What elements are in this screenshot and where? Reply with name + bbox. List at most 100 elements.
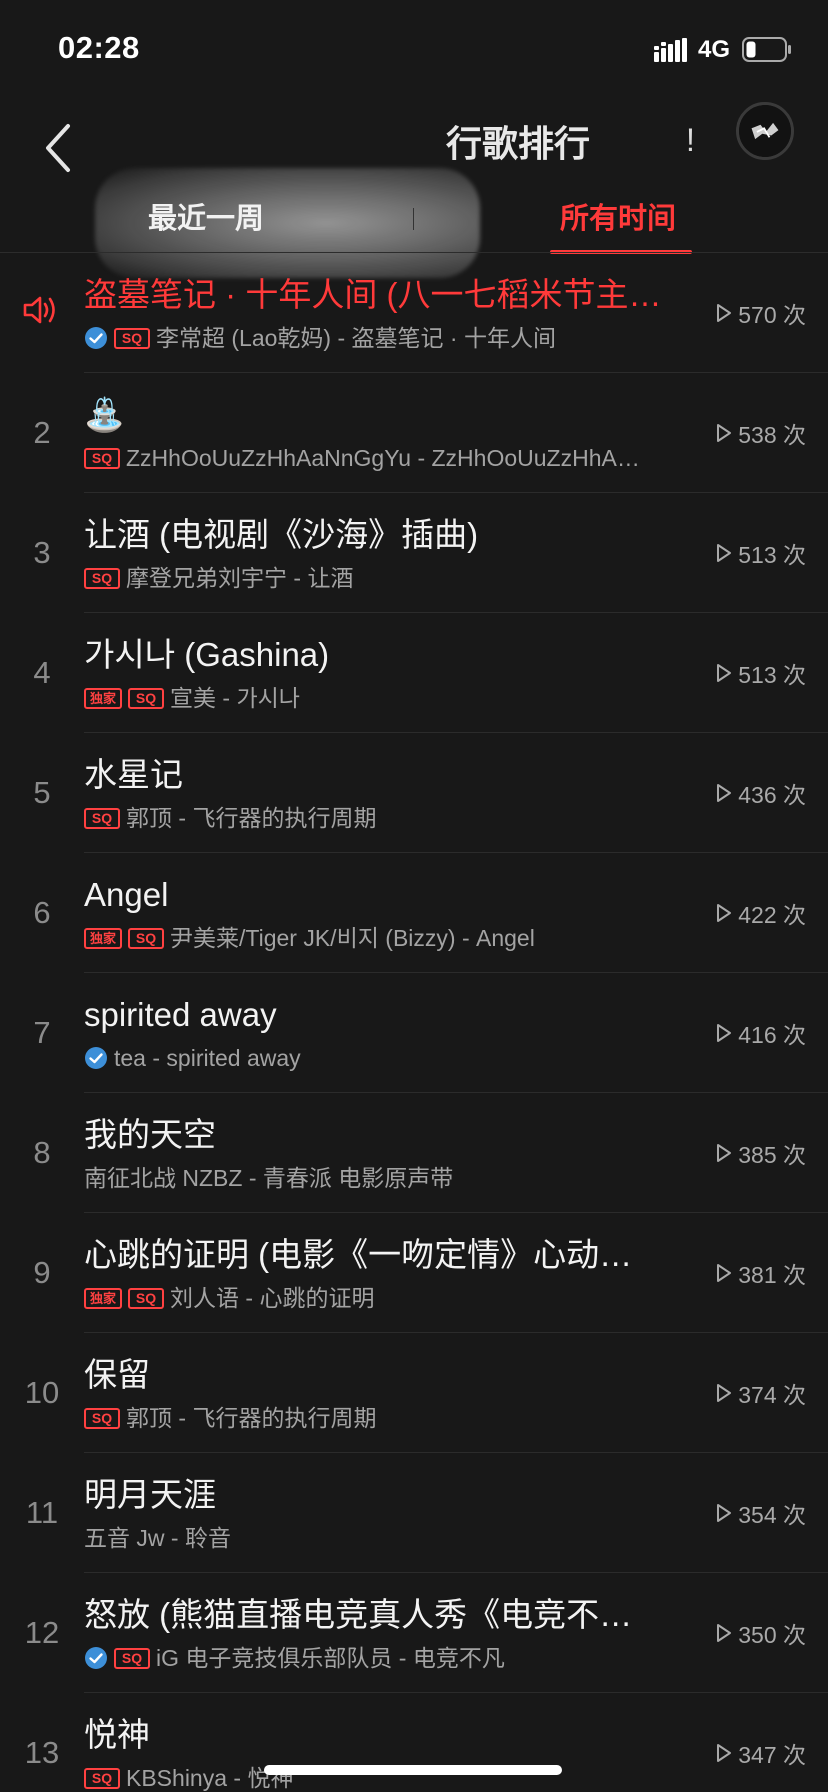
play-count: 436 次	[716, 733, 806, 853]
song-subtitle: 独家 SQ 尹美莱/Tiger JK/비지 (Bizzy) - Angel	[84, 922, 686, 954]
play-count: 416 次	[716, 973, 806, 1093]
sq-quality-badge: SQ	[84, 447, 120, 469]
play-count-text: 354 次	[738, 1502, 806, 1528]
play-icon	[717, 664, 732, 682]
artist-album: 五音 Jw - 聆音	[84, 1525, 231, 1551]
song-row[interactable]: 6 Angel 独家 SQ 尹美莱/Tiger JK/비지 (Bizzy) - Ange…	[0, 853, 828, 973]
artist-album: 刘人语 - 心跳的证明	[170, 1285, 375, 1311]
screen: 02:28 4G 行歌排行 ! 最近一周 所有时间 盗墓笔记 · 十年人间 (八…	[0, 0, 828, 1792]
verified-icon	[85, 1047, 107, 1069]
play-icon	[717, 1624, 732, 1642]
exclusive-badge: 独家	[84, 927, 123, 949]
song-subtitle: SQ 摩登兄弟刘宇宁 - 让酒	[84, 562, 686, 594]
song-title: 怒放 (熊猫直播电竞真人秀《电竞不…	[84, 1596, 633, 1633]
play-count-text: 381 次	[738, 1262, 806, 1288]
play-count: 513 次	[716, 493, 806, 613]
song-title: 心跳的证明 (电影《一吻定情》心动…	[84, 1236, 633, 1273]
play-icon	[717, 904, 732, 922]
artist-album: 摩登兄弟刘宇宁 - 让酒	[126, 565, 354, 591]
song-subtitle: 南征北战 NZBZ - 青春派 电影原声带	[84, 1162, 686, 1194]
tab-recent-week[interactable]: 最近一周	[148, 196, 264, 242]
play-icon	[717, 1504, 732, 1522]
play-count: 354 次	[716, 1453, 806, 1573]
artist-album: ZzHhOoUuZzHhAaNnGgYu - ZzHhOoUuZzHhA…	[126, 445, 640, 471]
song-row[interactable]: 2 ⛲ SQ ZzHhOoUuZzHhAaNnGgYu - ZzHhOoUuZzHhA…	[0, 373, 828, 493]
play-count-text: 347 次	[738, 1742, 806, 1768]
song-title: 保留	[84, 1356, 150, 1393]
tab-bar: 最近一周 所有时间	[0, 92, 828, 254]
play-icon	[717, 304, 732, 322]
song-title: 가시나 (Gashina)	[84, 636, 330, 673]
rank-number: 5	[33, 775, 51, 810]
song-list: 盗墓笔记 · 十年人间 (八一七稻米节主… SQ 李常超 (Lao乾妈) - 盗墓笔…	[0, 253, 828, 1792]
play-count-text: 570 次	[738, 302, 806, 328]
song-title: ⛲	[84, 396, 126, 433]
song-title: Angel	[84, 876, 169, 913]
song-row[interactable]: 11 明月天涯 五音 Jw - 聆音 354 次	[0, 1453, 828, 1573]
play-count: 538 次	[716, 373, 806, 493]
song-row[interactable]: 9 心跳的证明 (电影《一吻定情》心动… 独家 SQ 刘人语 - 心跳的证明 381 次	[0, 1213, 828, 1333]
status-bar: 02:28 4G	[0, 0, 828, 92]
song-subtitle: SQ ZzHhOoUuZzHhAaNnGgYu - ZzHhOoUuZzHhA…	[84, 442, 686, 474]
artist-album: 宣美 - 가시나	[170, 685, 300, 711]
artist-album: 郭顶 - 飞行器的执行周期	[126, 805, 377, 831]
play-icon	[717, 1744, 732, 1762]
play-icon	[717, 1384, 732, 1402]
play-count: 570 次	[716, 253, 806, 373]
play-icon	[717, 784, 732, 802]
play-count: 381 次	[716, 1213, 806, 1333]
song-title: 让酒 (电视剧《沙海》插曲)	[84, 516, 479, 553]
play-count-text: 385 次	[738, 1142, 806, 1168]
play-count: 513 次	[716, 613, 806, 733]
song-subtitle: SQ 郭顶 - 飞行器的执行周期	[84, 802, 686, 834]
exclusive-badge: 独家	[84, 687, 123, 709]
play-count-text: 513 次	[738, 662, 806, 688]
sq-quality-badge: SQ	[114, 1647, 150, 1669]
song-row[interactable]: 8 我的天空 南征北战 NZBZ - 青春派 电影原声带 385 次	[0, 1093, 828, 1213]
rank-number: 6	[33, 895, 51, 930]
rank-number: 3	[33, 535, 51, 570]
tab-all-time[interactable]: 所有时间	[560, 196, 676, 242]
play-count-text: 350 次	[738, 1622, 806, 1648]
sq-quality-badge: SQ	[84, 1407, 120, 1429]
verified-icon	[85, 1647, 107, 1669]
play-count-text: 422 次	[738, 902, 806, 928]
artist-album: 南征北战 NZBZ - 青春派 电影原声带	[84, 1165, 454, 1191]
home-indicator	[264, 1765, 562, 1775]
artist-album: 李常超 (Lao乾妈) - 盗墓笔记 · 十年人间	[156, 325, 556, 351]
play-icon	[717, 544, 732, 562]
tab-separator	[413, 208, 414, 230]
sq-quality-badge: SQ	[128, 687, 165, 709]
sq-quality-badge: SQ	[84, 567, 120, 589]
song-row[interactable]: 13 悦神 SQ KBShinya - 悦神 347 次	[0, 1693, 828, 1792]
song-row[interactable]: 5 水星记 SQ 郭顶 - 飞行器的执行周期 436 次	[0, 733, 828, 853]
artist-album: 尹美莱/Tiger JK/비지 (Bizzy) - Angel	[170, 925, 535, 951]
sq-quality-badge: SQ	[128, 1287, 165, 1309]
rank-number: 2	[33, 415, 51, 450]
song-row[interactable]: 3 让酒 (电视剧《沙海》插曲) SQ 摩登兄弟刘宇宁 - 让酒 513 次	[0, 493, 828, 613]
play-count-text: 374 次	[738, 1382, 806, 1408]
play-icon	[717, 424, 732, 442]
song-subtitle: 独家 SQ 宣美 - 가시나	[84, 682, 686, 714]
song-row[interactable]: 12 怒放 (熊猫直播电竞真人秀《电竞不… SQ iG 电子竞技俱乐部队员 - 电竞不…	[0, 1573, 828, 1693]
song-row[interactable]: 10 保留 SQ 郭顶 - 飞行器的执行周期 374 次	[0, 1333, 828, 1453]
play-count: 374 次	[716, 1333, 806, 1453]
sq-quality-badge: SQ	[128, 927, 165, 949]
song-row[interactable]: 4 가시나 (Gashina) 独家 SQ 宣美 - 가시나 513 次	[0, 613, 828, 733]
sq-quality-badge: SQ	[84, 807, 120, 829]
play-icon	[717, 1024, 732, 1042]
song-subtitle: 独家 SQ 刘人语 - 心跳的证明	[84, 1282, 686, 1314]
play-icon	[717, 1144, 732, 1162]
play-icon	[717, 1264, 732, 1282]
play-count-text: 538 次	[738, 422, 806, 448]
song-subtitle: SQ 李常超 (Lao乾妈) - 盗墓笔记 · 十年人间	[84, 322, 686, 354]
artist-album: 郭顶 - 飞行器的执行周期	[126, 1405, 377, 1431]
network-label: 4G	[698, 36, 731, 63]
song-title: 明月天涯	[84, 1476, 216, 1513]
song-subtitle: SQ 郭顶 - 飞行器的执行周期	[84, 1402, 686, 1434]
song-row[interactable]: 盗墓笔记 · 十年人间 (八一七稻米节主… SQ 李常超 (Lao乾妈) - 盗墓笔…	[0, 253, 828, 373]
song-row[interactable]: 7 spirited away tea - spirited away 416 次	[0, 973, 828, 1093]
artist-album: tea - spirited away	[114, 1045, 301, 1071]
status-time: 02:28	[58, 30, 140, 65]
play-count-text: 436 次	[738, 782, 806, 808]
